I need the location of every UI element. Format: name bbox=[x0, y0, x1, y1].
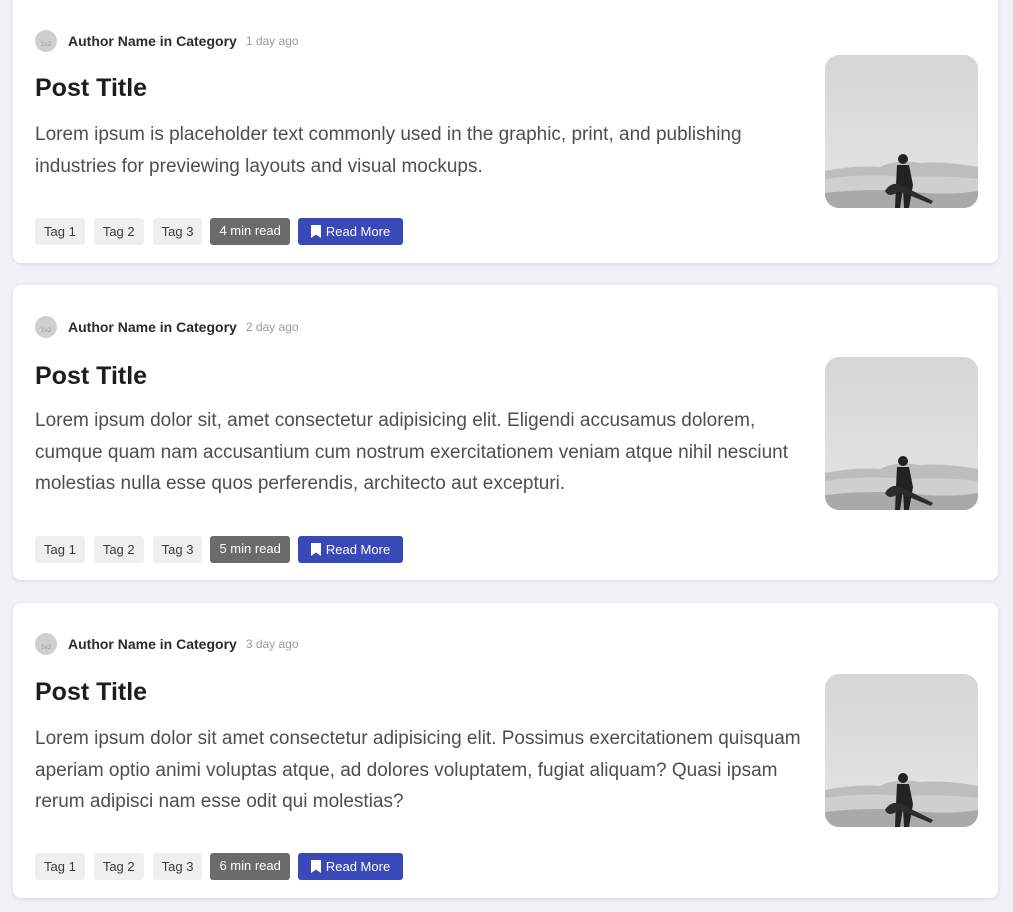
read-more-label: Read More bbox=[325, 859, 391, 874]
post-footer: Tag 1 Tag 2 Tag 3 4 min read Read More bbox=[35, 218, 404, 245]
post-excerpt: Lorem ipsum dolor sit, amet consectetur … bbox=[35, 410, 788, 494]
bookmark-icon bbox=[310, 543, 321, 556]
post-card: 1x2 Author Name in Category 3 day ago Po… bbox=[13, 603, 998, 898]
post-footer: Tag 1 Tag 2 Tag 3 5 min read Read More bbox=[35, 536, 404, 563]
post-excerpt: Lorem ipsum is placeholder text commonly… bbox=[35, 124, 742, 177]
read-more-button[interactable]: Read More bbox=[297, 853, 404, 880]
author-avatar[interactable]: 1x2 bbox=[35, 633, 57, 655]
post-time: 2 day ago bbox=[245, 320, 299, 334]
post-footer: Tag 1 Tag 2 Tag 3 6 min read Read More bbox=[35, 853, 404, 880]
read-time-badge: 6 min read bbox=[210, 853, 290, 880]
post-title[interactable]: Post Title bbox=[35, 74, 147, 103]
read-more-button[interactable]: Read More bbox=[297, 536, 404, 563]
guitarist-photo-icon bbox=[825, 55, 978, 208]
author-avatar[interactable]: 1x2 bbox=[35, 30, 57, 52]
post-thumbnail[interactable] bbox=[825, 674, 978, 827]
read-more-label: Read More bbox=[325, 542, 391, 557]
post-card: 1x2 Author Name in Category 1 day ago Po… bbox=[13, 0, 998, 263]
post-title[interactable]: Post Title bbox=[35, 362, 147, 391]
author-link[interactable]: Author Name in Category bbox=[68, 636, 237, 652]
post-feed: 1x2 Author Name in Category 1 day ago Po… bbox=[0, 0, 1013, 912]
author-avatar[interactable]: 1x2 bbox=[35, 316, 57, 338]
author-link[interactable]: Author Name in Category bbox=[68, 33, 237, 49]
guitarist-photo-icon bbox=[825, 357, 978, 510]
post-thumbnail[interactable] bbox=[825, 55, 978, 208]
tag-chip[interactable]: Tag 1 bbox=[35, 218, 85, 245]
post-card: 1x2 Author Name in Category 2 day ago Po… bbox=[13, 285, 998, 580]
read-more-button[interactable]: Read More bbox=[297, 218, 404, 245]
tag-chip[interactable]: Tag 2 bbox=[93, 853, 144, 880]
post-time: 3 day ago bbox=[245, 637, 299, 651]
tag-chip[interactable]: Tag 1 bbox=[35, 536, 85, 563]
read-more-label: Read More bbox=[325, 224, 391, 239]
tag-chip[interactable]: Tag 3 bbox=[152, 853, 203, 880]
post-meta: 1x2 Author Name in Category 2 day ago bbox=[35, 315, 299, 339]
read-time-badge: 4 min read bbox=[210, 218, 290, 245]
post-meta: 1x2 Author Name in Category 1 day ago bbox=[35, 29, 299, 53]
tag-chip[interactable]: Tag 2 bbox=[93, 536, 144, 563]
post-time: 1 day ago bbox=[245, 34, 299, 48]
post-excerpt: Lorem ipsum dolor sit amet consectetur a… bbox=[35, 728, 801, 812]
post-meta: 1x2 Author Name in Category 3 day ago bbox=[35, 632, 299, 656]
read-time-badge: 5 min read bbox=[210, 536, 290, 563]
tag-chip[interactable]: Tag 2 bbox=[93, 218, 144, 245]
bookmark-icon bbox=[310, 225, 321, 238]
tag-chip[interactable]: Tag 3 bbox=[152, 218, 203, 245]
bookmark-icon bbox=[310, 860, 321, 873]
tag-chip[interactable]: Tag 3 bbox=[152, 536, 203, 563]
author-link[interactable]: Author Name in Category bbox=[68, 319, 237, 335]
post-thumbnail[interactable] bbox=[825, 357, 978, 510]
guitarist-photo-icon bbox=[825, 674, 978, 827]
post-title[interactable]: Post Title bbox=[35, 678, 147, 707]
tag-chip[interactable]: Tag 1 bbox=[35, 853, 85, 880]
